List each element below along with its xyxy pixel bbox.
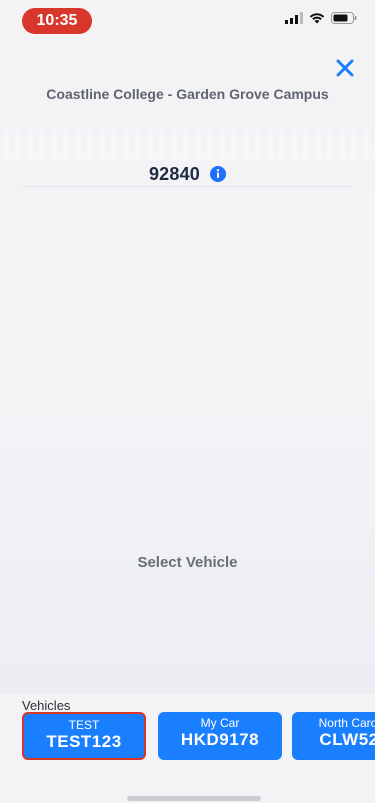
close-button[interactable] [333,56,357,80]
vehicle-name: North Carolin [318,716,375,730]
battery-icon [331,12,357,24]
vehicles-panel: Vehicles TEST TEST123 My Car HKD9178 Nor… [0,694,375,803]
select-vehicle-label: Select Vehicle [137,554,238,571]
vehicle-plate: CLW527 [319,730,375,749]
vehicle-card[interactable]: TEST TEST123 [22,712,146,760]
zip-code: 92840 [148,163,201,184]
wifi-icon [309,13,325,24]
close-icon [336,59,354,77]
blurred-banner [0,128,375,160]
app-screen: 10:35 Coastline College - Garden Grove C… [0,0,375,803]
info-glyph-icon [216,169,220,178]
vehicle-card[interactable]: North Carolin CLW527 [292,712,375,760]
signal-icon [285,12,303,24]
zip-divider [22,186,353,187]
vehicle-name: My Car [200,716,240,730]
vehicle-plate: TEST123 [46,732,122,751]
vehicle-list[interactable]: TEST TEST123 My Car HKD9178 North Caroli… [22,712,375,764]
vehicle-name: TEST [68,718,100,732]
status-icons [285,12,357,24]
vehicles-heading: Vehicles [22,698,71,713]
info-icon[interactable] [210,166,227,182]
status-time: 10:35 [22,8,92,34]
vehicle-selection-area: Select Vehicle [0,190,375,694]
zip-row: 92840 [0,162,375,186]
home-indicator[interactable] [127,796,261,801]
vehicle-card[interactable]: My Car HKD9178 [158,712,282,760]
vehicle-plate: HKD9178 [180,730,260,749]
campus-title: Coastline College - Garden Grove Campus [46,86,329,102]
status-bar: 10:35 [0,0,375,44]
